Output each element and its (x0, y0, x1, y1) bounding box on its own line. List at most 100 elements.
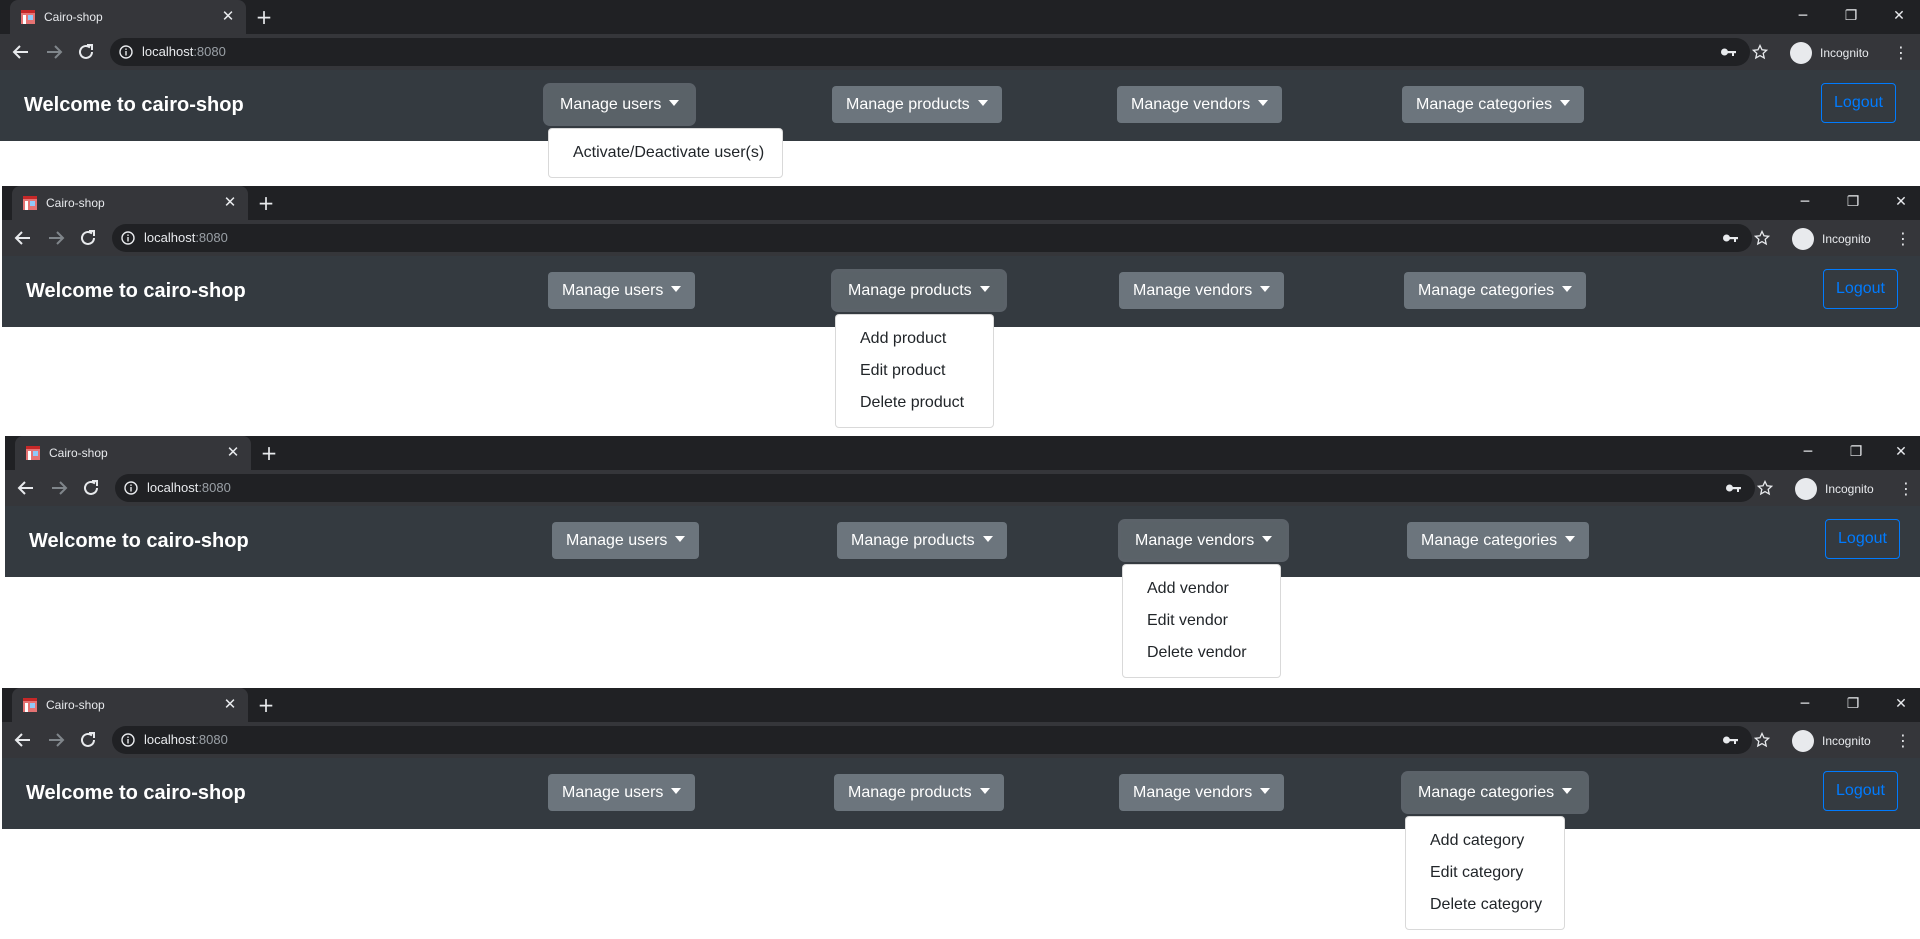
site-info-icon[interactable] (119, 45, 133, 59)
bookmark-star-icon[interactable] (1752, 44, 1768, 60)
manage-products-label: Manage products (848, 282, 972, 299)
close-window-icon[interactable]: ✕ (1891, 442, 1911, 462)
back-arrow-icon[interactable] (15, 477, 37, 499)
close-window-icon[interactable]: ✕ (1889, 6, 1909, 26)
new-tab-icon[interactable]: + (256, 193, 276, 213)
minimize-icon[interactable]: ─ (1795, 694, 1815, 714)
caret-down-icon (979, 788, 990, 794)
manage-products-button[interactable]: Manage products (834, 272, 1004, 309)
browser-tab[interactable]: Cairo-shop ✕ (12, 688, 248, 722)
back-arrow-icon[interactable] (12, 729, 34, 751)
manage-products-button[interactable]: Manage products (834, 774, 1004, 811)
address-bar[interactable]: localhost:8080 (115, 474, 1755, 502)
reload-icon[interactable] (80, 477, 102, 499)
site-info-icon[interactable] (124, 481, 138, 495)
tab-close-icon[interactable]: ✕ (222, 696, 238, 712)
reload-icon[interactable] (77, 227, 99, 249)
reload-icon[interactable] (77, 729, 99, 751)
menu-item-add-category[interactable]: Add category (1406, 825, 1564, 857)
browser-tab[interactable]: Cairo-shop ✕ (15, 436, 251, 470)
manage-categories-button[interactable]: Manage categories (1407, 522, 1590, 559)
manage-vendors-button[interactable]: Manage vendors (1117, 86, 1283, 123)
browser-menu-icon[interactable]: ⋮ (1898, 479, 1914, 499)
new-tab-icon[interactable]: + (259, 443, 279, 463)
restore-icon[interactable]: ❐ (1846, 442, 1866, 462)
menu-item-delete-vendor[interactable]: Delete vendor (1123, 637, 1280, 669)
minimize-icon[interactable]: ─ (1798, 442, 1818, 462)
close-window-icon[interactable]: ✕ (1891, 192, 1911, 212)
manage-users-button[interactable]: Manage users (546, 86, 694, 123)
minimize-icon[interactable]: ─ (1795, 192, 1815, 212)
browser-toolbar: localhost:8080 Incognito ⋮ (0, 34, 1920, 70)
new-tab-icon[interactable]: + (256, 695, 276, 715)
menu-item-activate-deactivate-users[interactable]: Activate/Deactivate user(s) (549, 137, 782, 169)
caret-down-icon (1260, 286, 1271, 292)
address-bar[interactable]: localhost:8080 (110, 38, 1750, 66)
incognito-indicator[interactable]: Incognito (1790, 42, 1880, 64)
menu-item-edit-product[interactable]: Edit product (836, 355, 993, 387)
tab-title: Cairo-shop (44, 10, 103, 24)
browser-tab[interactable]: Cairo-shop ✕ (10, 0, 246, 34)
menu-item-delete-category[interactable]: Delete category (1406, 889, 1564, 921)
site-info-icon[interactable] (121, 231, 135, 245)
manage-categories-button[interactable]: Manage categories (1404, 272, 1587, 309)
menu-item-delete-product[interactable]: Delete product (836, 387, 993, 419)
incognito-indicator[interactable]: Incognito (1792, 228, 1882, 250)
manage-vendors-button[interactable]: Manage vendors (1119, 774, 1285, 811)
bookmark-star-icon[interactable] (1754, 230, 1770, 246)
caret-down-icon (1562, 286, 1573, 292)
manage-vendors-button[interactable]: Manage vendors (1121, 522, 1287, 559)
browser-tab[interactable]: Cairo-shop ✕ (12, 186, 248, 220)
manage-users-button[interactable]: Manage users (548, 774, 696, 811)
bookmark-star-icon[interactable] (1754, 732, 1770, 748)
incognito-indicator[interactable]: Incognito (1792, 730, 1882, 752)
menu-item-add-vendor[interactable]: Add vendor (1123, 573, 1280, 605)
forward-arrow-icon[interactable] (43, 41, 65, 63)
back-arrow-icon[interactable] (10, 41, 32, 63)
back-arrow-icon[interactable] (12, 227, 34, 249)
close-window-icon[interactable]: ✕ (1891, 694, 1911, 714)
tab-close-icon[interactable]: ✕ (225, 444, 241, 460)
logout-button[interactable]: Logout (1825, 519, 1900, 559)
key-icon[interactable] (1722, 231, 1738, 245)
manage-users-button[interactable]: Manage users (548, 272, 696, 309)
url-text: localhost:8080 (142, 38, 226, 66)
new-tab-icon[interactable]: + (254, 7, 274, 27)
manage-categories-button[interactable]: Manage categories (1402, 86, 1585, 123)
bookmark-star-icon[interactable] (1757, 480, 1773, 496)
manage-products-button[interactable]: Manage products (832, 86, 1002, 123)
incognito-indicator[interactable]: Incognito (1795, 478, 1885, 500)
reload-icon[interactable] (75, 41, 97, 63)
minimize-icon[interactable]: ─ (1793, 6, 1813, 26)
tab-close-icon[interactable]: ✕ (222, 194, 238, 210)
caret-down-icon (669, 100, 680, 106)
logout-button[interactable]: Logout (1823, 771, 1898, 811)
menu-item-edit-vendor[interactable]: Edit vendor (1123, 605, 1280, 637)
manage-vendors-button[interactable]: Manage vendors (1119, 272, 1285, 309)
tab-close-icon[interactable]: ✕ (220, 8, 236, 24)
forward-arrow-icon[interactable] (48, 477, 70, 499)
manage-vendors-label: Manage vendors (1131, 96, 1251, 113)
manage-categories-button[interactable]: Manage categories (1404, 774, 1587, 811)
logout-button[interactable]: Logout (1821, 83, 1896, 123)
caret-down-icon (1262, 536, 1273, 542)
site-info-icon[interactable] (121, 733, 135, 747)
forward-arrow-icon[interactable] (45, 729, 67, 751)
restore-icon[interactable]: ❐ (1841, 6, 1861, 26)
manage-users-button[interactable]: Manage users (552, 522, 700, 559)
menu-item-add-product[interactable]: Add product (836, 323, 993, 355)
manage-products-button[interactable]: Manage products (837, 522, 1007, 559)
forward-arrow-icon[interactable] (45, 227, 67, 249)
browser-menu-icon[interactable]: ⋮ (1893, 43, 1909, 63)
menu-item-edit-category[interactable]: Edit category (1406, 857, 1564, 889)
restore-icon[interactable]: ❐ (1843, 192, 1863, 212)
address-bar[interactable]: localhost:8080 (112, 224, 1752, 252)
key-icon[interactable] (1722, 733, 1738, 747)
browser-menu-icon[interactable]: ⋮ (1895, 229, 1911, 249)
browser-menu-icon[interactable]: ⋮ (1895, 731, 1911, 751)
key-icon[interactable] (1720, 45, 1736, 59)
restore-icon[interactable]: ❐ (1843, 694, 1863, 714)
key-icon[interactable] (1725, 481, 1741, 495)
logout-button[interactable]: Logout (1823, 269, 1898, 309)
address-bar[interactable]: localhost:8080 (112, 726, 1752, 754)
